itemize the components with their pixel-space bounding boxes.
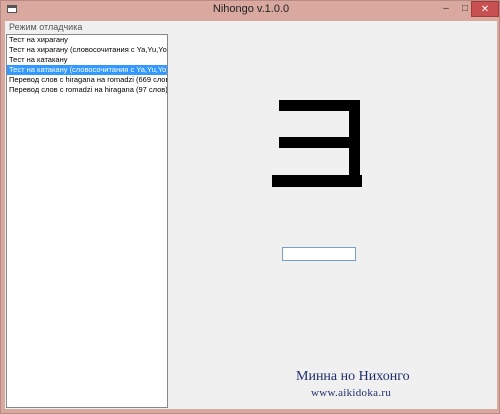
minimize-button[interactable]: – bbox=[437, 1, 455, 17]
list-item-selected[interactable]: Тест на катакану (словосочитания с Ya,Yu… bbox=[7, 65, 167, 75]
close-button[interactable]: ✕ bbox=[471, 1, 499, 17]
list-item[interactable]: Перевод слов с romadzi на hiragana (97 с… bbox=[7, 85, 167, 95]
watermark-url: www.aikidoka.ru bbox=[311, 387, 392, 399]
list-item[interactable]: Тест на хирагану bbox=[7, 35, 167, 45]
list-item[interactable]: Тест на катакану bbox=[7, 55, 167, 65]
test-list[interactable]: Тест на хирагану Тест на хирагану (слово… bbox=[6, 34, 168, 408]
answer-input[interactable] bbox=[282, 247, 356, 261]
title-bar[interactable]: Nihongo v.1.0.0 – □ ✕ bbox=[1, 1, 500, 19]
menu-bar: Режим отладчика bbox=[5, 21, 497, 33]
window-title: Nihongo v.1.0.0 bbox=[212, 3, 290, 15]
menu-item-debug-mode[interactable]: Режим отладчика bbox=[5, 22, 82, 32]
list-item[interactable]: Тест на хирагану (словосочитания с Ya,Yu… bbox=[7, 45, 167, 55]
katakana-yo-glyph bbox=[272, 100, 362, 187]
list-item[interactable]: Перевод слов с hiragana на romadzi (669 … bbox=[7, 75, 167, 85]
watermark-title: Минна но Нихонго bbox=[296, 369, 410, 384]
app-window: Nihongo v.1.0.0 – □ ✕ Режим отладчика Те… bbox=[0, 0, 500, 414]
client-area: Тест на хирагану Тест на хирагану (слово… bbox=[5, 33, 497, 409]
